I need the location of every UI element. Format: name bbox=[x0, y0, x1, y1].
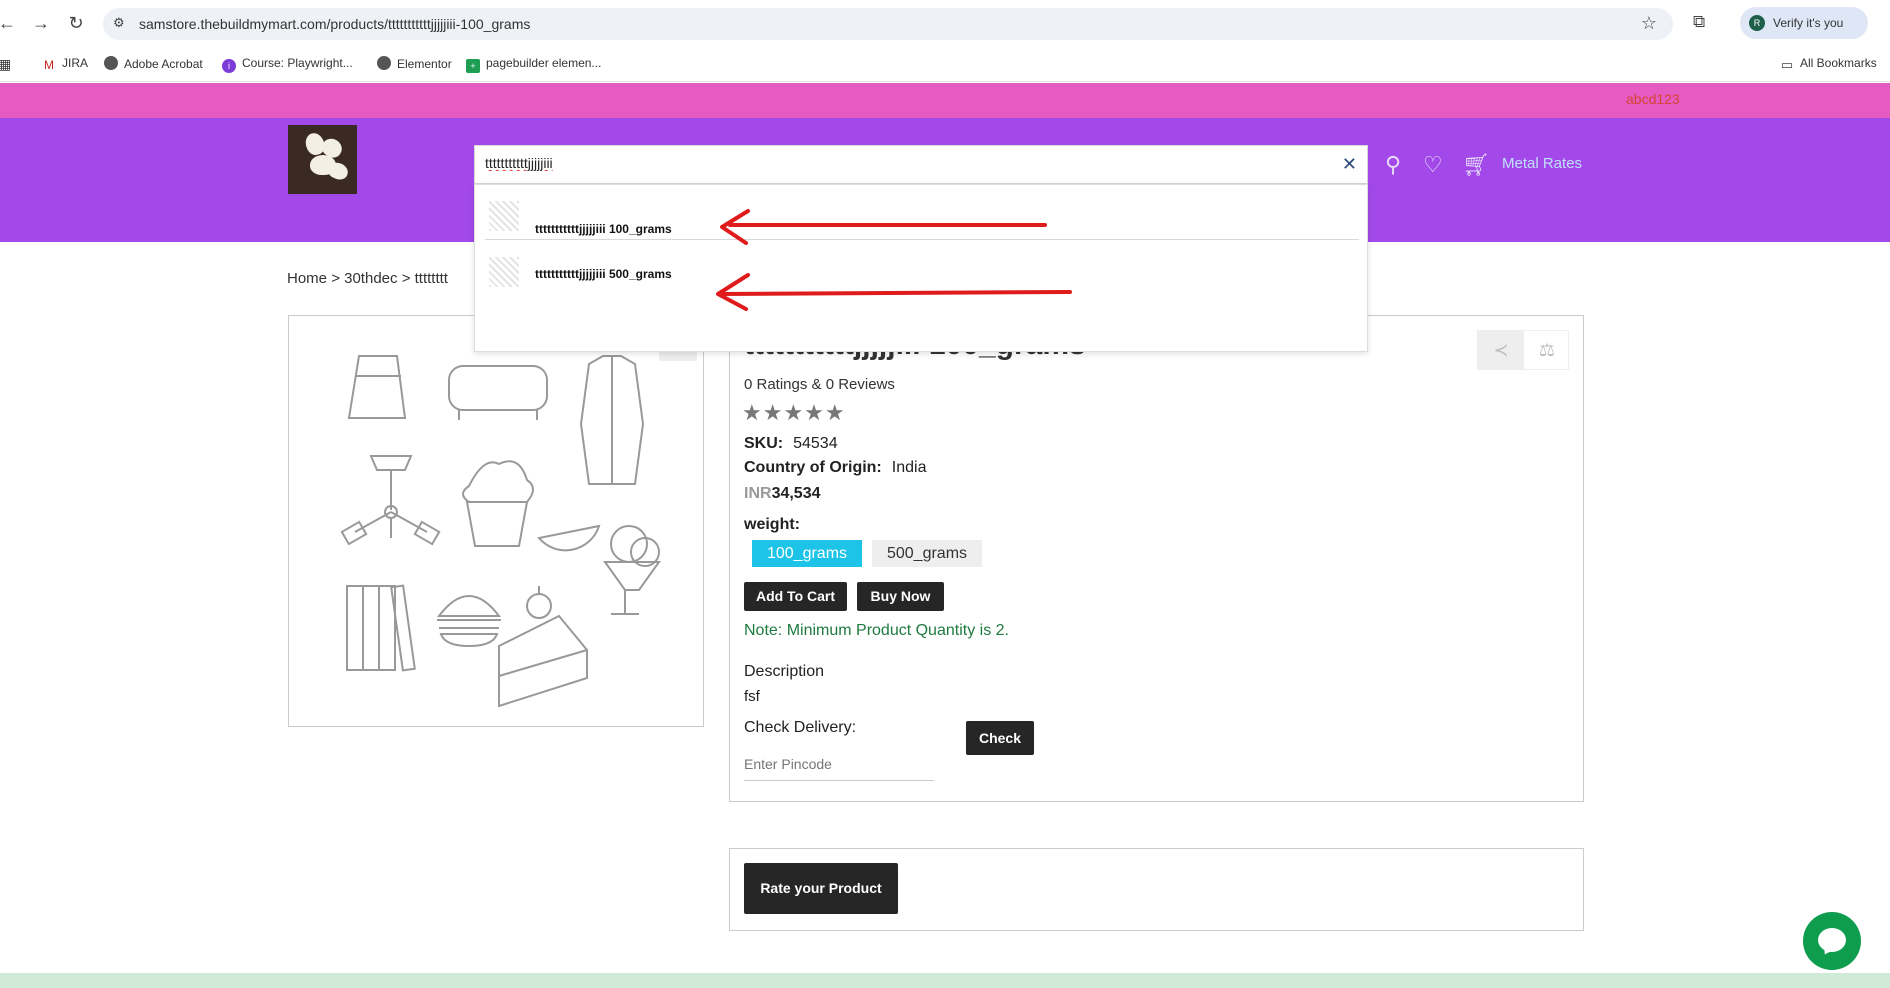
weight-option-100-grams[interactable]: 100_grams bbox=[752, 540, 862, 567]
metal-rates-link[interactable]: Metal Rates bbox=[1502, 155, 1582, 172]
extensions-icon[interactable]: ⧉ bbox=[1693, 12, 1705, 32]
reload-icon[interactable]: ↻ bbox=[65, 12, 87, 34]
globe-icon bbox=[377, 56, 391, 70]
annotation-arrows bbox=[716, 209, 1072, 311]
breadcrumb-home[interactable]: Home bbox=[287, 270, 327, 287]
check-pincode-button[interactable]: Check bbox=[966, 721, 1034, 755]
bookmark-label: pagebuilder elemen... bbox=[486, 56, 602, 70]
back-icon[interactable]: ← bbox=[0, 12, 18, 34]
product-details-card: tttttttttttjjjjjiii 100_grams ≺ ⚖ 0 Rati… bbox=[729, 315, 1584, 802]
share-icon[interactable]: ≺ bbox=[1478, 331, 1524, 369]
product-image[interactable] bbox=[288, 315, 704, 727]
search-input[interactable] bbox=[485, 155, 1305, 171]
bookmark-elementor[interactable]: Elementor bbox=[377, 56, 452, 71]
folder-icon: ▭ bbox=[1780, 57, 1794, 72]
site-info-icon[interactable]: ⚙ bbox=[113, 15, 125, 31]
description-text: fsf bbox=[744, 688, 760, 705]
ratings-summary: 0 Ratings & 0 Reviews bbox=[744, 376, 895, 393]
suggestion-label: tttttttttttjjjjjiii 500_grams bbox=[535, 267, 672, 281]
apps-grid-icon[interactable]: ▦ bbox=[0, 56, 11, 73]
buy-now-button[interactable]: Buy Now bbox=[857, 582, 944, 611]
pincode-input[interactable] bbox=[744, 748, 934, 781]
sheets-icon: + bbox=[466, 59, 480, 73]
sku-value: 54534 bbox=[793, 435, 838, 452]
min-quantity-note: Note: Minimum Product Quantity is 2. bbox=[744, 622, 1009, 639]
breadcrumb-current: tttttttt bbox=[414, 270, 448, 287]
cart-icon[interactable]: 🛒︎ bbox=[1462, 152, 1490, 178]
sku-label: SKU: bbox=[744, 435, 784, 452]
rate-product-button[interactable]: Rate your Product bbox=[744, 863, 898, 914]
bookmark-star-icon[interactable]: ☆ bbox=[1641, 13, 1657, 34]
breadcrumb-separator: > bbox=[331, 270, 340, 287]
sku-row: SKU: 54534 bbox=[744, 435, 838, 453]
bookmark-adobe-acrobat[interactable]: Adobe Acrobat bbox=[104, 56, 203, 71]
bookmark-course-playwright[interactable]: i Course: Playwright... bbox=[222, 56, 353, 73]
gmail-icon: M bbox=[44, 58, 54, 72]
suggestion-label: tttttttttttjjjjjiii 100_grams bbox=[535, 222, 672, 236]
forward-icon[interactable]: → bbox=[30, 12, 52, 34]
product-actions: ≺ ⚖ bbox=[1477, 330, 1569, 370]
rate-product-card: Rate your Product bbox=[729, 848, 1584, 931]
bookmark-label: Elementor bbox=[397, 57, 452, 71]
price-currency: INR bbox=[744, 485, 772, 502]
breadcrumb-category[interactable]: 30thdec bbox=[344, 270, 397, 287]
profile-verify-button[interactable]: R Verify it's you bbox=[1740, 7, 1868, 39]
compare-scale-icon[interactable]: ⚖ bbox=[1524, 331, 1570, 369]
bookmark-pagebuilder[interactable]: + pagebuilder elemen... bbox=[466, 56, 601, 73]
bookmarks-bar: ▦ M JIRA Adobe Acrobat i Course: Playwrigh… bbox=[0, 48, 1890, 82]
search-box: ✕ bbox=[474, 145, 1368, 184]
user-icon[interactable]: ⚲ bbox=[1385, 152, 1401, 178]
chat-widget-button[interactable] bbox=[1803, 912, 1861, 970]
origin-label: Country of Origin: bbox=[744, 459, 882, 476]
bookmark-label: Course: Playwright... bbox=[242, 56, 353, 70]
wishlist-heart-icon[interactable]: ♡ bbox=[1423, 152, 1443, 178]
add-to-cart-button[interactable]: Add To Cart bbox=[744, 582, 847, 611]
promo-bar: abcd123 bbox=[0, 83, 1890, 118]
product-thumbnail bbox=[489, 201, 519, 231]
origin-value: India bbox=[891, 459, 927, 476]
star-rating[interactable]: ★★★★★ bbox=[742, 400, 846, 426]
promo-text: abcd123 bbox=[1626, 91, 1680, 107]
annotation-arrow bbox=[720, 290, 1072, 296]
url-text[interactable]: samstore.thebuildmymart.com/products/ttt… bbox=[139, 16, 530, 32]
check-delivery-label: Check Delivery: bbox=[744, 719, 857, 736]
all-bookmarks-label: All Bookmarks bbox=[1800, 56, 1877, 70]
origin-row: Country of Origin: India bbox=[744, 459, 926, 477]
bookmark-jira[interactable]: M JIRA bbox=[42, 56, 88, 72]
all-bookmarks[interactable]: ▭ All Bookmarks bbox=[1780, 56, 1877, 72]
placeholder-illustration bbox=[340, 355, 661, 708]
description-label: Description bbox=[744, 663, 825, 680]
course-icon: i bbox=[222, 59, 236, 73]
site-logo[interactable] bbox=[288, 125, 357, 194]
browser-toolbar: ← → ↻ ⚙ samstore.thebuildmymart.com/prod… bbox=[0, 0, 1890, 48]
price: INR34,534 bbox=[744, 485, 821, 503]
product-thumbnail bbox=[489, 257, 519, 287]
breadcrumb-separator: > bbox=[401, 270, 411, 287]
bookmark-label: Adobe Acrobat bbox=[124, 57, 203, 71]
address-bar[interactable]: ⚙ samstore.thebuildmymart.com/products/t… bbox=[103, 8, 1673, 40]
footer-strip bbox=[0, 973, 1890, 988]
breadcrumb: Home > 30thdec > tttttttt bbox=[287, 270, 448, 287]
verify-label: Verify it's you bbox=[1773, 16, 1844, 30]
close-icon[interactable]: ✕ bbox=[1342, 154, 1357, 175]
weight-label: weight: bbox=[744, 516, 800, 533]
weight-option-500-grams[interactable]: 500_grams bbox=[872, 540, 982, 567]
avatar: R bbox=[1749, 15, 1765, 31]
bookmark-label: JIRA bbox=[62, 56, 89, 70]
price-amount: 34,534 bbox=[771, 485, 821, 502]
globe-icon bbox=[104, 56, 118, 70]
